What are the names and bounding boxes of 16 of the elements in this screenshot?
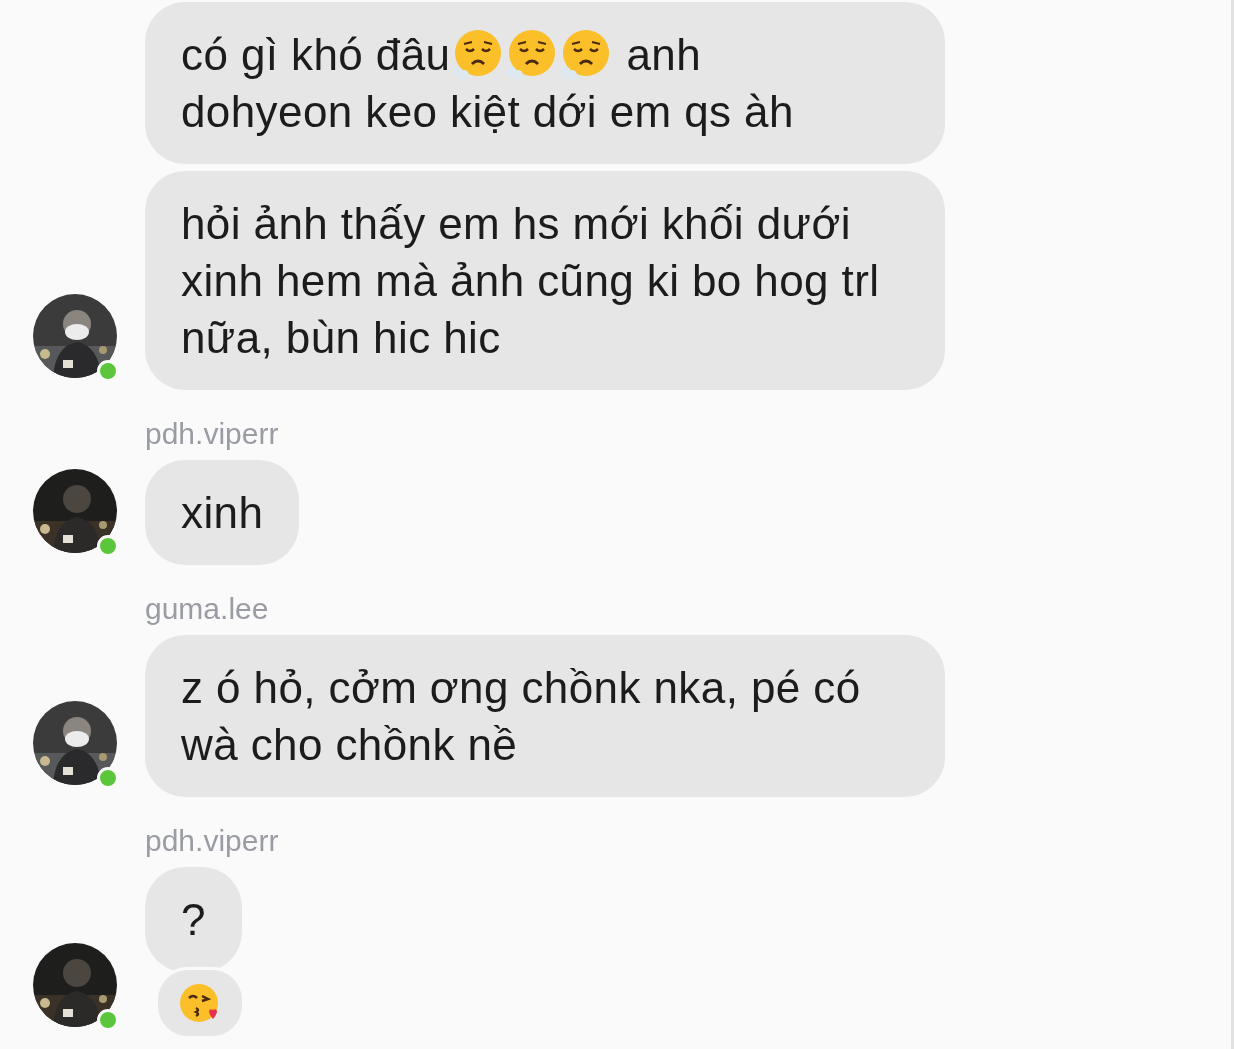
message-text: anh (626, 29, 702, 81)
kissing-face-icon (179, 982, 221, 1024)
sender-name: pdh.viperr (145, 823, 280, 859)
message-bubble[interactable]: hỏi ảnh thấy em hs mới khối dưới xinh hem mà ảnh cũng ki bo hog trl nữa, bùn hic hic (145, 171, 945, 390)
message-bubble[interactable]: ? (145, 867, 242, 972)
message-bubble[interactable]: z ó hỏ, cởm ơng chồnk nka, pé có wà cho chồnk nề (145, 635, 945, 797)
message-bubble[interactable]: có gì khó đâu anh dohyeon keo kiệt dới em qs àh (145, 2, 945, 164)
message-text: có gì khó đâu (181, 29, 451, 81)
message-text: ? (181, 895, 206, 944)
sender-name: pdh.viperr (145, 416, 280, 452)
message-text: dohyeon keo kiệt dới em qs àh (181, 86, 794, 138)
message-text: xinh (181, 488, 264, 537)
message-text: z ó hỏ, cởm ơng chồnk nka, pé có wà cho chồnk nề (181, 663, 861, 769)
message-text: hỏi ảnh thấy em hs mới khối dưới xinh hem mà ảnh cũng ki bo hog trl nữa, bùn hic hic (181, 199, 880, 362)
sender-name: guma.lee (145, 591, 270, 627)
message-bubble[interactable]: xinh (145, 460, 300, 565)
